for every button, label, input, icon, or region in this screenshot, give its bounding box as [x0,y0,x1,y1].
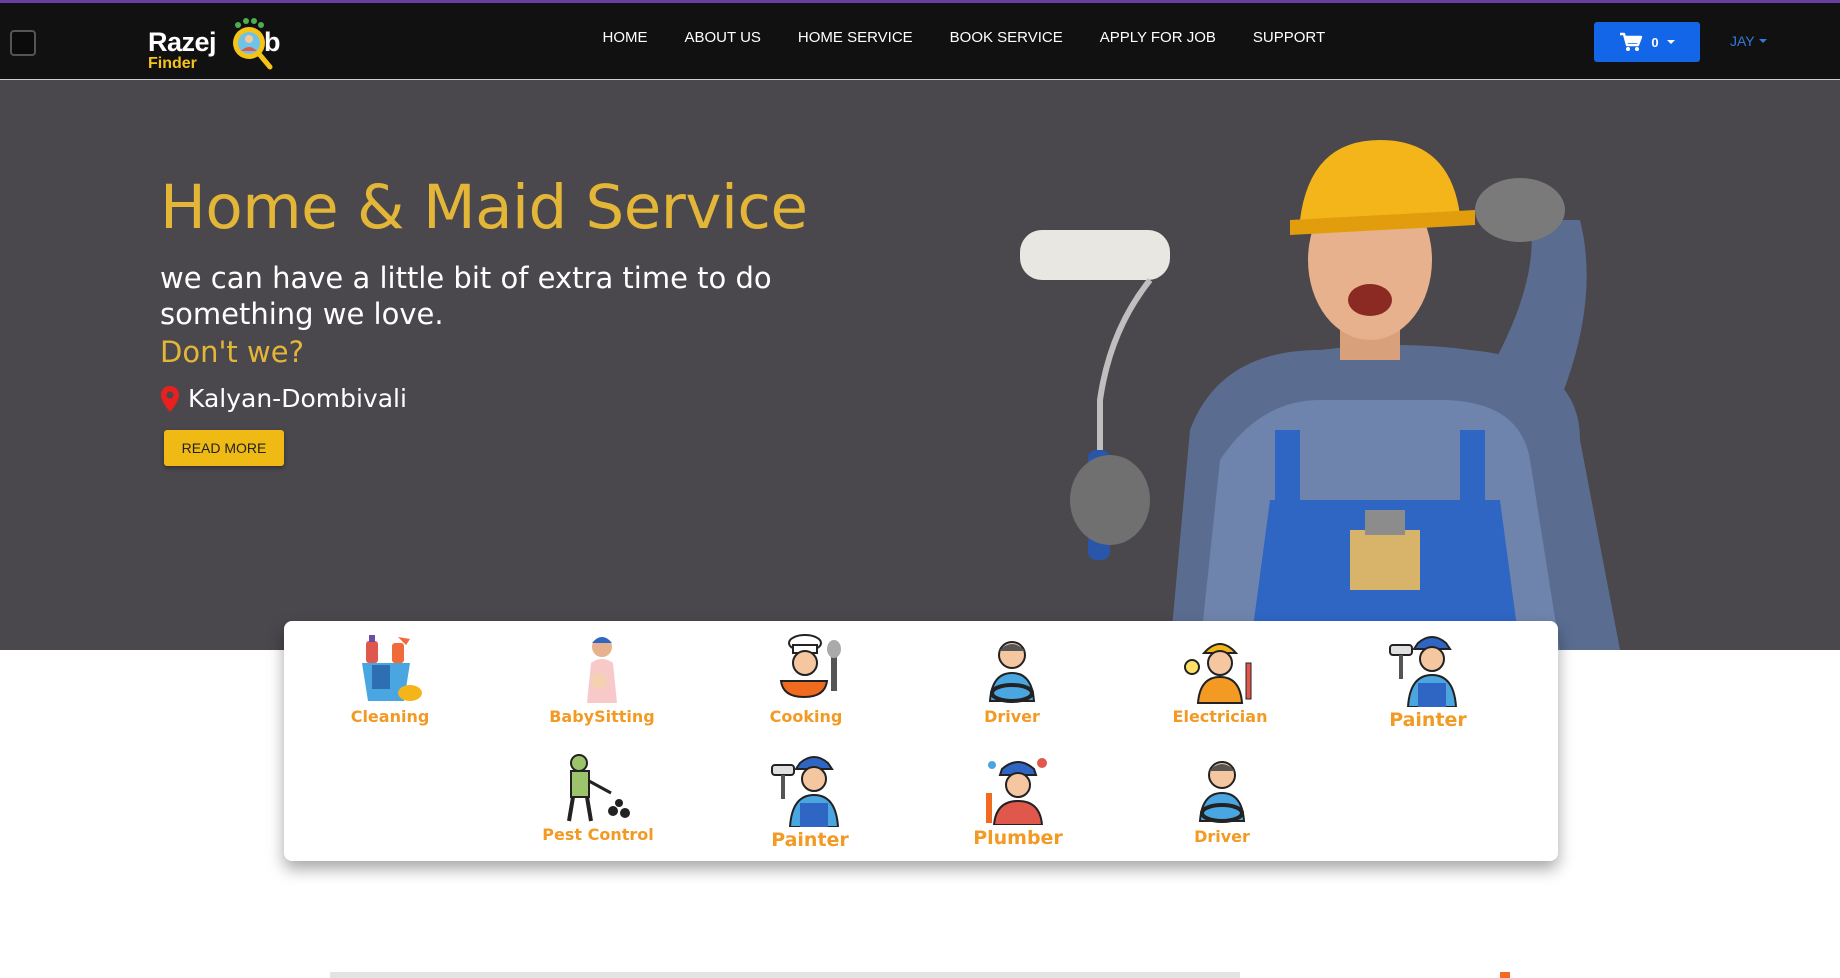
location-pin-icon [161,385,179,412]
logo-tagline: Finder [148,55,197,72]
plumber-icon [986,758,1047,825]
chevron-down-icon [1758,39,1767,43]
shopping-cart-icon [1620,32,1643,51]
service-painter[interactable]: Painter [1358,629,1498,731]
nav-about-us[interactable]: ABOUT US [666,29,779,46]
service-label: Driver [984,707,1040,726]
services-panel: Cleaning BabySitting Cooking Driver Elec… [284,621,1558,861]
electrician-icon [1184,643,1252,704]
logo-wordmark-end: b [264,27,281,57]
cooking-icon [779,634,841,699]
painter-icon [1389,636,1458,707]
scroll-to-top-button[interactable] [1500,972,1510,978]
service-label: BabySitting [549,707,655,726]
hero-location: Kalyan-Dombivali [160,384,407,413]
service-driver[interactable]: Driver [1152,753,1292,846]
navbar: Razej b Finder HOME ABOUT US HOME SERVIC… [0,3,1840,80]
nav-support[interactable]: SUPPORT [1234,29,1343,46]
driver-icon [1198,761,1246,823]
nav-home[interactable]: HOME [584,29,666,46]
main-nav: HOME ABOUT US HOME SERVICE BOOK SERVICE … [584,29,1344,46]
service-label: Driver [1194,827,1250,846]
service-electrician[interactable]: Electrician [1150,633,1290,726]
hero-accent-text: Don't we? [160,335,304,369]
hero-title: Home & Maid Service [160,172,808,243]
user-menu[interactable]: JAY [1730,33,1767,49]
service-painter[interactable]: Painter [740,749,880,851]
service-plumber[interactable]: Plumber [948,753,1088,849]
painter-icon [771,756,840,827]
nav-home-service[interactable]: HOME SERVICE [779,29,931,46]
user-name: JAY [1730,33,1755,49]
read-more-button[interactable]: READ MORE [164,430,284,466]
service-label: Cleaning [350,707,430,726]
hero-banner: Home & Maid Service we can have a little… [0,80,1840,650]
service-pest-control[interactable]: Pest Control [528,753,668,844]
nav-book-service[interactable]: BOOK SERVICE [931,29,1081,46]
worker-woman-photo [1020,140,1620,650]
service-driver[interactable]: Driver [942,633,1082,726]
hero-subtitle: we can have a little bit of extra time t… [160,261,772,331]
nav-apply-for-job[interactable]: APPLY FOR JOB [1081,29,1234,46]
pest-control-icon [567,754,630,822]
chevron-down-icon [1666,40,1675,44]
location-text: Kalyan-Dombivali [188,384,407,413]
driver-icon [988,641,1036,703]
service-label: Painter [1389,709,1467,731]
service-label: Electrician [1172,707,1268,726]
cleaning-icon [362,635,422,701]
cart-dropdown-button[interactable]: 0 [1594,22,1700,62]
babysitting-icon [587,637,617,703]
service-label: Painter [771,829,849,851]
next-section-preview [330,972,1240,978]
service-cooking[interactable]: Cooking [736,633,876,726]
service-cleaning[interactable]: Cleaning [320,633,460,726]
service-label: Plumber [973,827,1063,849]
service-babysitting[interactable]: BabySitting [532,633,672,726]
service-label: Cooking [769,707,843,726]
logo[interactable]: Razej b Finder [146,13,286,75]
logo-wordmark: Razej [148,27,217,57]
menu-toggle-button[interactable] [10,30,36,56]
service-label: Pest Control [542,825,654,844]
cart-count: 0 [1651,34,1659,50]
